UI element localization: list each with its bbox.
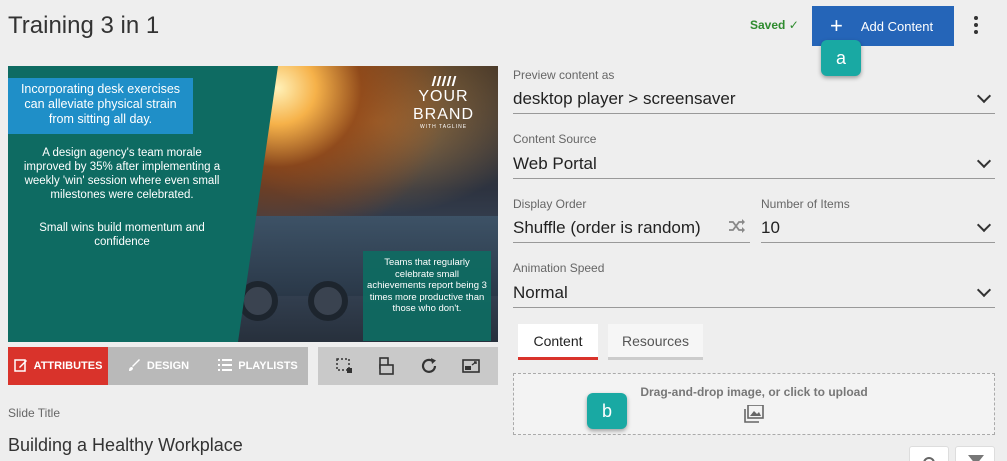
image-upload-dropzone[interactable]: Drag-and-drop image, or click to upload	[513, 373, 995, 435]
brush-icon	[127, 358, 141, 375]
add-content-label: Add Content	[860, 18, 934, 34]
slide-preview[interactable]: Incorporating desk exercises can allevia…	[8, 66, 498, 342]
list-icon	[218, 358, 233, 374]
number-of-items-label: Number of Items	[761, 197, 850, 211]
chevron-down-icon	[976, 88, 992, 103]
crop-select-icon[interactable]	[334, 355, 356, 377]
tab-attributes-label: ATTRIBUTES	[33, 360, 103, 372]
slide-blue-box: Incorporating desk exercises can allevia…	[8, 78, 193, 134]
callout-b: b	[587, 393, 627, 429]
number-of-items-value: 10	[761, 217, 780, 237]
image-icon	[744, 404, 764, 426]
slide-title-input[interactable]: Building a Healthy Workplace	[8, 435, 243, 456]
refresh-icon[interactable]	[418, 355, 440, 377]
chevron-down-icon	[976, 153, 992, 168]
number-of-items-select[interactable]: 10	[761, 213, 995, 243]
slide-title-label: Slide Title	[8, 406, 61, 420]
tab-attributes[interactable]: ATTRIBUTES	[8, 347, 108, 385]
saved-status: Saved ✓	[750, 18, 799, 32]
display-order-label: Display Order	[513, 197, 587, 211]
animation-speed-label: Animation Speed	[513, 261, 605, 275]
filter-button[interactable]	[955, 446, 995, 461]
layers-icon[interactable]	[376, 355, 398, 377]
preview-select[interactable]: desktop player > screensaver	[513, 84, 995, 114]
preview-value: desktop player > screensaver	[513, 88, 736, 108]
slide-wheel	[308, 281, 348, 321]
plus-icon: +	[830, 13, 843, 38]
edit-icon	[13, 358, 28, 375]
tab-playlists-label: PLAYLISTS	[238, 360, 298, 372]
preview-label: Preview content as	[513, 68, 615, 82]
animation-speed-value: Normal	[513, 282, 568, 302]
content-source-label: Content Source	[513, 132, 597, 146]
search-button[interactable]	[909, 446, 949, 461]
display-order-select[interactable]: Shuffle (order is random)	[513, 213, 750, 243]
resize-icon[interactable]	[460, 355, 482, 377]
animation-speed-select[interactable]: Normal	[513, 278, 995, 308]
content-source-value: Web Portal	[513, 153, 597, 173]
tab-content[interactable]: Content	[518, 324, 598, 360]
chevron-down-icon	[976, 282, 992, 297]
slide-toolbar	[318, 347, 498, 385]
slide-paragraph-1: A design agency's team morale improved b…	[23, 147, 221, 201]
dropzone-text: Drag-and-drop image, or click to upload	[640, 385, 868, 399]
slide-paragraph-2: Small wins build momentum and confidence	[39, 222, 205, 248]
tab-design[interactable]: DESIGN	[108, 347, 208, 385]
tab-playlists[interactable]: PLAYLISTS	[208, 347, 308, 385]
callout-a: a	[821, 40, 861, 76]
tab-resources[interactable]: Resources	[608, 324, 703, 360]
shuffle-icon	[728, 218, 746, 238]
chevron-down-icon	[976, 217, 992, 232]
tab-design-label: DESIGN	[146, 360, 190, 372]
more-options-icon[interactable]	[968, 14, 984, 36]
slide-teal-box: Teams that regularly celebrate small ach…	[363, 251, 491, 341]
display-order-value: Shuffle (order is random)	[513, 217, 701, 237]
page-title: Training 3 in 1	[8, 12, 160, 39]
brand-name: YOUR BRAND	[412, 88, 474, 123]
content-source-select[interactable]: Web Portal	[513, 149, 995, 179]
brand-tagline: WITH TAGLINE	[419, 124, 468, 130]
brand-logo: YOUR BRAND WITH TAGLINE	[396, 76, 491, 130]
